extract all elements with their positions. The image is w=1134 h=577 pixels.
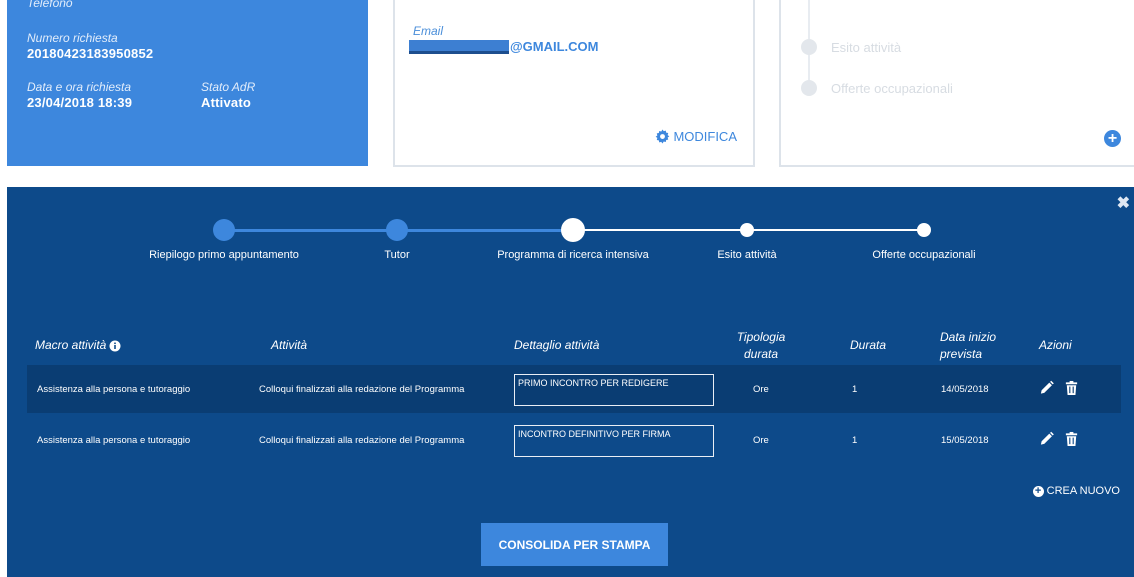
request-date-value: 23/04/2018 18:39: [27, 95, 133, 110]
cell-attivita: Colloqui finalizzati alla redazione del …: [259, 435, 465, 446]
stepper-segment: [224, 229, 397, 232]
info-icon[interactable]: [109, 340, 121, 352]
email-label: Email: [413, 24, 444, 38]
table-row: Assistenza alla persona e tutoraggio Col…: [27, 416, 1121, 464]
timeline-item-label: Esito attività: [831, 39, 902, 55]
stepper-segment: [397, 229, 573, 232]
step-dot-done[interactable]: [386, 219, 408, 241]
step-label: Programma di ricerca intensiva: [497, 249, 649, 261]
step-label: Esito attività: [717, 249, 777, 261]
header-tipologia-line1: Tipologia: [736, 330, 786, 344]
step-label: Offerte occupazionali: [872, 249, 976, 261]
progress-stepper: Riepilogo primo appuntamento Tutor Progr…: [7, 187, 1134, 277]
header-data-line2: prevista: [940, 347, 983, 361]
cell-data: 14/05/2018: [941, 384, 989, 395]
detail-input[interactable]: PRIMO INCONTRO PER REDIGERE: [514, 374, 714, 406]
phone-label: Telefono: [27, 0, 73, 10]
row-actions: [1039, 431, 1079, 447]
create-new-label: CREA NUOVO: [1046, 485, 1120, 497]
stepper-segment: [573, 229, 747, 231]
create-new-button[interactable]: + CREA NUOVO: [1032, 485, 1120, 497]
timeline-item-esito: Esito attività: [801, 39, 901, 55]
state-value: Attivato: [201, 95, 251, 110]
timeline-card: Esito attività Offerte occupazionali +: [779, 0, 1134, 167]
cell-durata: 1: [852, 384, 858, 395]
timeline-item-label: Offerte occupazionali: [831, 80, 953, 96]
cell-macro: Assistenza alla persona e tutoraggio: [37, 435, 191, 446]
cell-data: 15/05/2018: [941, 435, 989, 446]
header-macro-label: Macro attività: [35, 338, 107, 352]
cell-attivita: Colloqui finalizzati alla redazione del …: [259, 384, 465, 395]
email-value: @GMAIL.COM: [409, 39, 599, 54]
request-number-value: 20180423183950852: [27, 46, 154, 61]
cell-macro: Assistenza alla persona e tutoraggio: [37, 384, 191, 395]
state-label: Stato AdR: [201, 80, 256, 94]
page: Telefono Numero richiesta 20180423183950…: [0, 0, 1134, 577]
cell-durata: 1: [852, 435, 858, 446]
header-tipologia: Tipologia durata: [731, 329, 791, 363]
request-number-label: Numero richiesta: [27, 31, 118, 45]
table-row: Assistenza alla persona e tutoraggio Col…: [27, 365, 1121, 413]
header-data: Data inizio prevista: [940, 329, 996, 363]
delete-trash-icon[interactable]: [1064, 380, 1079, 396]
delete-trash-icon[interactable]: [1064, 431, 1079, 447]
cell-tipologia: Ore: [753, 435, 769, 446]
cell-tipologia: Ore: [753, 384, 769, 395]
step-dot-current[interactable]: [561, 218, 585, 242]
contact-card: Email @GMAIL.COM MODIFICA: [393, 0, 755, 167]
header-tipologia-line2: durata: [743, 347, 779, 361]
header-dettaglio: Dettaglio attività: [514, 338, 600, 352]
redacted-block: [409, 39, 509, 54]
step-label: Riepilogo primo appuntamento: [149, 249, 299, 261]
edit-label: MODIFICA: [673, 129, 737, 144]
header-attivita: Attività: [271, 338, 308, 352]
detail-input[interactable]: INCONTRO DEFINITIVO PER FIRMA: [514, 425, 714, 457]
timeline-dot: [801, 39, 817, 55]
plus-circle-icon: +: [1032, 485, 1044, 497]
consolidate-print-button[interactable]: CONSOLIDA PER STAMPA: [481, 523, 668, 566]
gear-icon: [656, 129, 670, 144]
step-dot-done[interactable]: [213, 219, 235, 241]
edit-contact-button[interactable]: MODIFICA: [655, 129, 737, 144]
header-azioni: Azioni: [1039, 338, 1072, 352]
timeline-dot: [801, 80, 817, 96]
step-label: Tutor: [384, 249, 410, 261]
header-durata: Durata: [850, 338, 887, 352]
add-plus-icon[interactable]: +: [1104, 130, 1121, 147]
step-dot-todo[interactable]: [740, 223, 754, 237]
step-dot-todo[interactable]: [917, 223, 931, 237]
request-info-card: Telefono Numero richiesta 20180423183950…: [7, 0, 368, 166]
timeline-item-offerte: Offerte occupazionali: [801, 80, 953, 96]
email-domain: @GMAIL.COM: [510, 39, 599, 54]
edit-pencil-icon[interactable]: [1039, 431, 1054, 447]
row-actions: [1039, 380, 1079, 396]
stepper-segment: [747, 229, 924, 231]
header-data-line1: Data inizio: [940, 330, 997, 344]
activity-program-panel: ✖ Riepilogo primo appuntamento Tutor Pro…: [7, 187, 1134, 577]
edit-pencil-icon[interactable]: [1039, 380, 1054, 396]
header-macro: Macro attività: [35, 337, 121, 354]
request-date-label: Data e ora richiesta: [27, 80, 132, 94]
